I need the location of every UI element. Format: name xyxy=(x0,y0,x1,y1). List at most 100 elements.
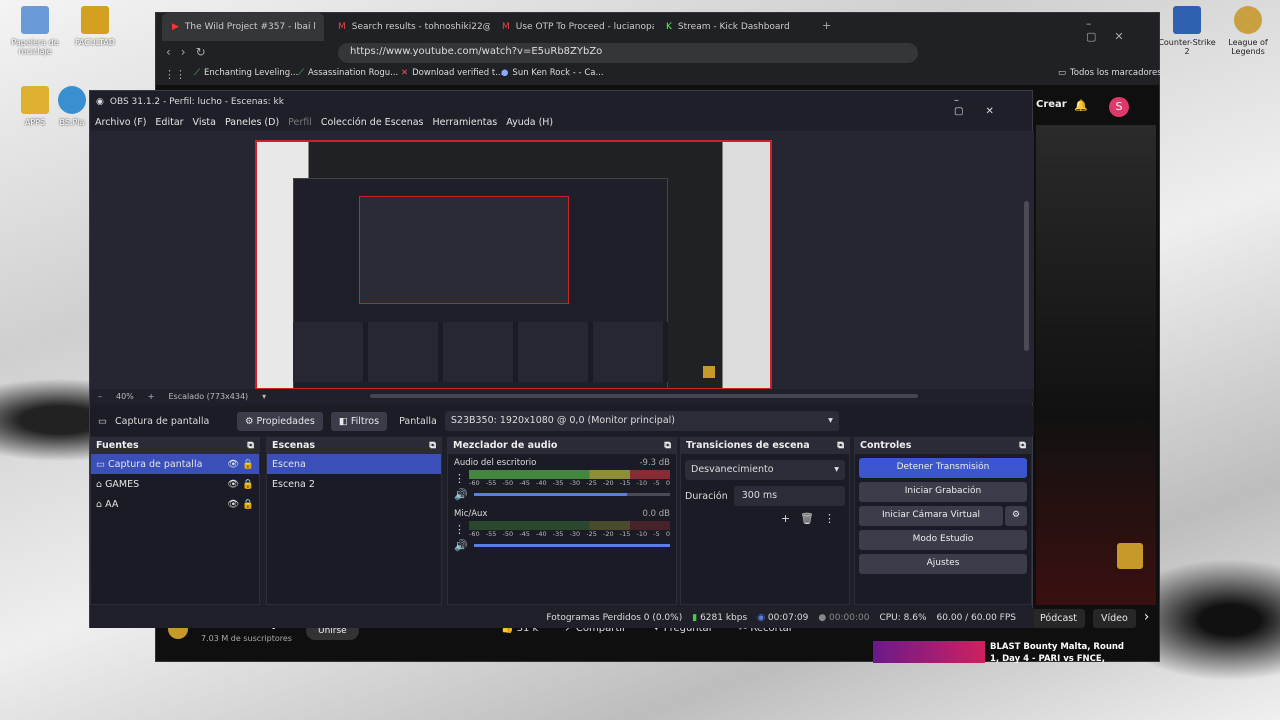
meter-ticks-b: -60 -55 -50 -45 -40 -35 -30 -25 -20 -15 -10 -5 0 xyxy=(469,530,670,538)
tab-kick[interactable]: K Stream - Kick Dashboard xyxy=(656,13,818,41)
notifications-icon[interactable]: 🔔 xyxy=(1074,99,1088,112)
scene-item-escena-2[interactable]: Escena 2 xyxy=(267,474,441,494)
visibility-lock-icons[interactable]: 👁 🔒 xyxy=(227,499,254,510)
settings-button[interactable]: Ajustes xyxy=(859,554,1027,574)
dock-undock-icon[interactable]: ⧉ xyxy=(837,440,844,452)
desktop-icon-bs[interactable]: BS.Pla xyxy=(52,86,92,127)
visibility-lock-icons[interactable]: 👁 🔒 xyxy=(227,459,254,470)
chip-video[interactable]: Vídeo xyxy=(1092,609,1136,628)
avatar[interactable]: S xyxy=(1109,97,1129,117)
app-icon xyxy=(58,86,86,114)
desktop-icon-facultad[interactable]: FACULTAD xyxy=(60,6,130,47)
preview-scrollbar[interactable] xyxy=(1024,201,1029,351)
chip-podcast[interactable]: Pódcast xyxy=(1032,609,1085,628)
audio-mixer-dock: Mezclador de audio ⧉ Audio del escritorio… xyxy=(447,437,677,626)
level-meter xyxy=(469,470,670,479)
speaker-icon[interactable]: 🔊 xyxy=(454,488,468,501)
horizontal-scrollbar[interactable] xyxy=(370,394,918,398)
nav-buttons[interactable]: ‹›↻ xyxy=(166,45,216,59)
chevron-right-icon[interactable]: › xyxy=(1144,609,1150,628)
source-item-screen-capture[interactable]: ▭ Captura de pantalla 👁 🔒 xyxy=(91,454,259,474)
start-recording-button[interactable]: Iniciar Grabación xyxy=(859,482,1027,502)
dock-undock-icon[interactable]: ⧉ xyxy=(247,440,254,452)
menu-vista[interactable]: Vista xyxy=(193,117,216,128)
volume-slider[interactable] xyxy=(473,493,670,496)
bookmark-3[interactable]: ✕ Download verified t... xyxy=(401,68,503,78)
stop-stream-button[interactable]: Detener Transmisión xyxy=(859,458,1027,478)
menu-editar[interactable]: Editar xyxy=(155,117,183,128)
menu-ayuda[interactable]: Ayuda (H) xyxy=(506,117,553,128)
preview-canvas[interactable] xyxy=(90,131,1034,390)
virtual-camera-settings-button[interactable]: ⚙ xyxy=(1005,506,1027,526)
dock-undock-icon[interactable]: ⧉ xyxy=(1019,440,1026,452)
kebab-icon[interactable]: ⋮ xyxy=(454,523,465,536)
new-tab-button[interactable]: + xyxy=(822,19,831,32)
meter-tick: 0 xyxy=(665,530,670,538)
rec-thumbnail[interactable] xyxy=(873,641,985,663)
studio-mode-button[interactable]: Modo Estudio xyxy=(859,530,1027,550)
virtual-camera-button[interactable]: Iniciar Cámara Virtual xyxy=(859,506,1003,526)
desktop-icon-lol[interactable]: League of Legends xyxy=(1218,6,1278,56)
level-meter xyxy=(469,521,670,530)
rec-title[interactable]: BLAST Bounty Malta, Round 1, Day 4 - PAR… xyxy=(990,641,1130,663)
visibility-lock-icons[interactable]: 👁 🔒 xyxy=(227,479,254,490)
source-item-games[interactable]: ⌂ GAMES 👁 🔒 xyxy=(91,474,259,494)
tab-gmail-search[interactable]: MSearch results - tohnoshiki22@gmail xyxy=(328,13,490,41)
window-controls[interactable]: –▢✕ xyxy=(1086,17,1159,43)
dock-undock-icon[interactable]: ⧉ xyxy=(429,440,436,452)
speaker-icon[interactable]: 🔊 xyxy=(454,539,468,552)
screen-capture-source[interactable] xyxy=(255,140,772,390)
menu-archivo[interactable]: Archivo (F) xyxy=(95,117,146,128)
filter-icon: ◧ xyxy=(338,415,348,427)
zoom-in-button[interactable]: + xyxy=(148,392,155,401)
menu-herramientas[interactable]: Herramientas xyxy=(433,117,498,128)
bookmark-1[interactable]: ⟋ Enchanting Leveling... xyxy=(194,68,298,78)
address-bar[interactable]: https://www.youtube.com/watch?v=E5uRb8ZY… xyxy=(338,43,918,63)
menu-perfil[interactable]: Perfil xyxy=(288,117,312,128)
trash-icon[interactable]: 🗑 xyxy=(800,512,814,525)
tab-youtube[interactable]: ▶ The Wild Project #357 - Ibai l xyxy=(162,13,324,41)
dock-undock-icon[interactable]: ⧉ xyxy=(664,440,671,452)
duration-input[interactable]: 300 ms xyxy=(733,486,845,506)
desktop-icon-cs2[interactable]: Counter-Strike 2 xyxy=(1158,6,1216,56)
create-button[interactable]: Crear xyxy=(1036,99,1067,110)
mixer-title: Mezclador de audio xyxy=(453,440,558,451)
kick-icon: K xyxy=(666,22,672,32)
tab-gmail-otp[interactable]: MUse OTP To Proceed - lucianopaci22@ xyxy=(492,13,654,41)
meter-tick: -5 xyxy=(653,530,660,538)
filters-button[interactable]: ◧ Filtros xyxy=(330,411,388,431)
scenes-dock: Escenas⧉ Escena Escena 2 +🗑◧⌃⌄ xyxy=(266,437,442,626)
meter-tick: -10 xyxy=(636,530,648,538)
zoom-out-button[interactable]: – xyxy=(98,392,102,401)
obs-window: ◉ OBS 31.1.2 - Perfil: lucho - Escenas: k… xyxy=(89,90,1034,628)
folder-icon xyxy=(81,6,109,34)
gmail-icon: M xyxy=(338,22,346,32)
menu-coleccion[interactable]: Colección de Escenas xyxy=(321,117,424,128)
scene-item-escena[interactable]: Escena xyxy=(267,454,441,474)
volume-slider[interactable] xyxy=(473,544,670,547)
source-item-aa[interactable]: ⌂ AA 👁 🔒 xyxy=(91,494,259,514)
meter-tick: -55 xyxy=(485,479,497,487)
rec-time: ● 00:00:00 xyxy=(818,613,870,623)
chevron-down-icon[interactable]: ▾ xyxy=(262,392,266,401)
display-select[interactable]: S23B350: 1920x1080 @ 0,0 (Monitor princi… xyxy=(444,411,839,431)
chevron-down-icon: ▾ xyxy=(828,415,833,426)
apps-grid-icon[interactable]: ⋮⋮ xyxy=(164,68,186,81)
bookmark-4[interactable]: ● Sun Ken Rock - - Ca... xyxy=(501,68,604,78)
bookmark-2[interactable]: ⟋ Assassination Rogu... xyxy=(298,68,398,78)
properties-button[interactable]: ⚙ Propiedades xyxy=(236,411,323,431)
kebab-icon[interactable]: ⋮ xyxy=(454,472,465,485)
add-icon[interactable]: + xyxy=(781,512,790,525)
subscriber-count: 7.03 M de suscriptores xyxy=(201,634,292,643)
bitrate-indicator: ▮ 6281 kbps xyxy=(692,613,748,623)
nested-preview xyxy=(359,196,569,304)
meter-tick: -25 xyxy=(586,479,597,487)
menu-paneles[interactable]: Paneles (D) xyxy=(225,117,279,128)
all-bookmarks[interactable]: ▭ Todos los marcadores xyxy=(1058,68,1162,78)
meter-tick: -35 xyxy=(552,530,564,538)
kebab-icon[interactable]: ⋮ xyxy=(824,512,835,525)
recycle-bin-icon xyxy=(21,6,49,34)
mixer-channel-mic: Mic/Aux 0.0 dB ⋮ -60 -55 -50 -45 -40 -35 -30 -25-… xyxy=(454,509,670,552)
transition-select[interactable]: Desvanecimiento ▾ xyxy=(685,460,845,480)
monitor-icon: ▭ xyxy=(98,415,107,427)
